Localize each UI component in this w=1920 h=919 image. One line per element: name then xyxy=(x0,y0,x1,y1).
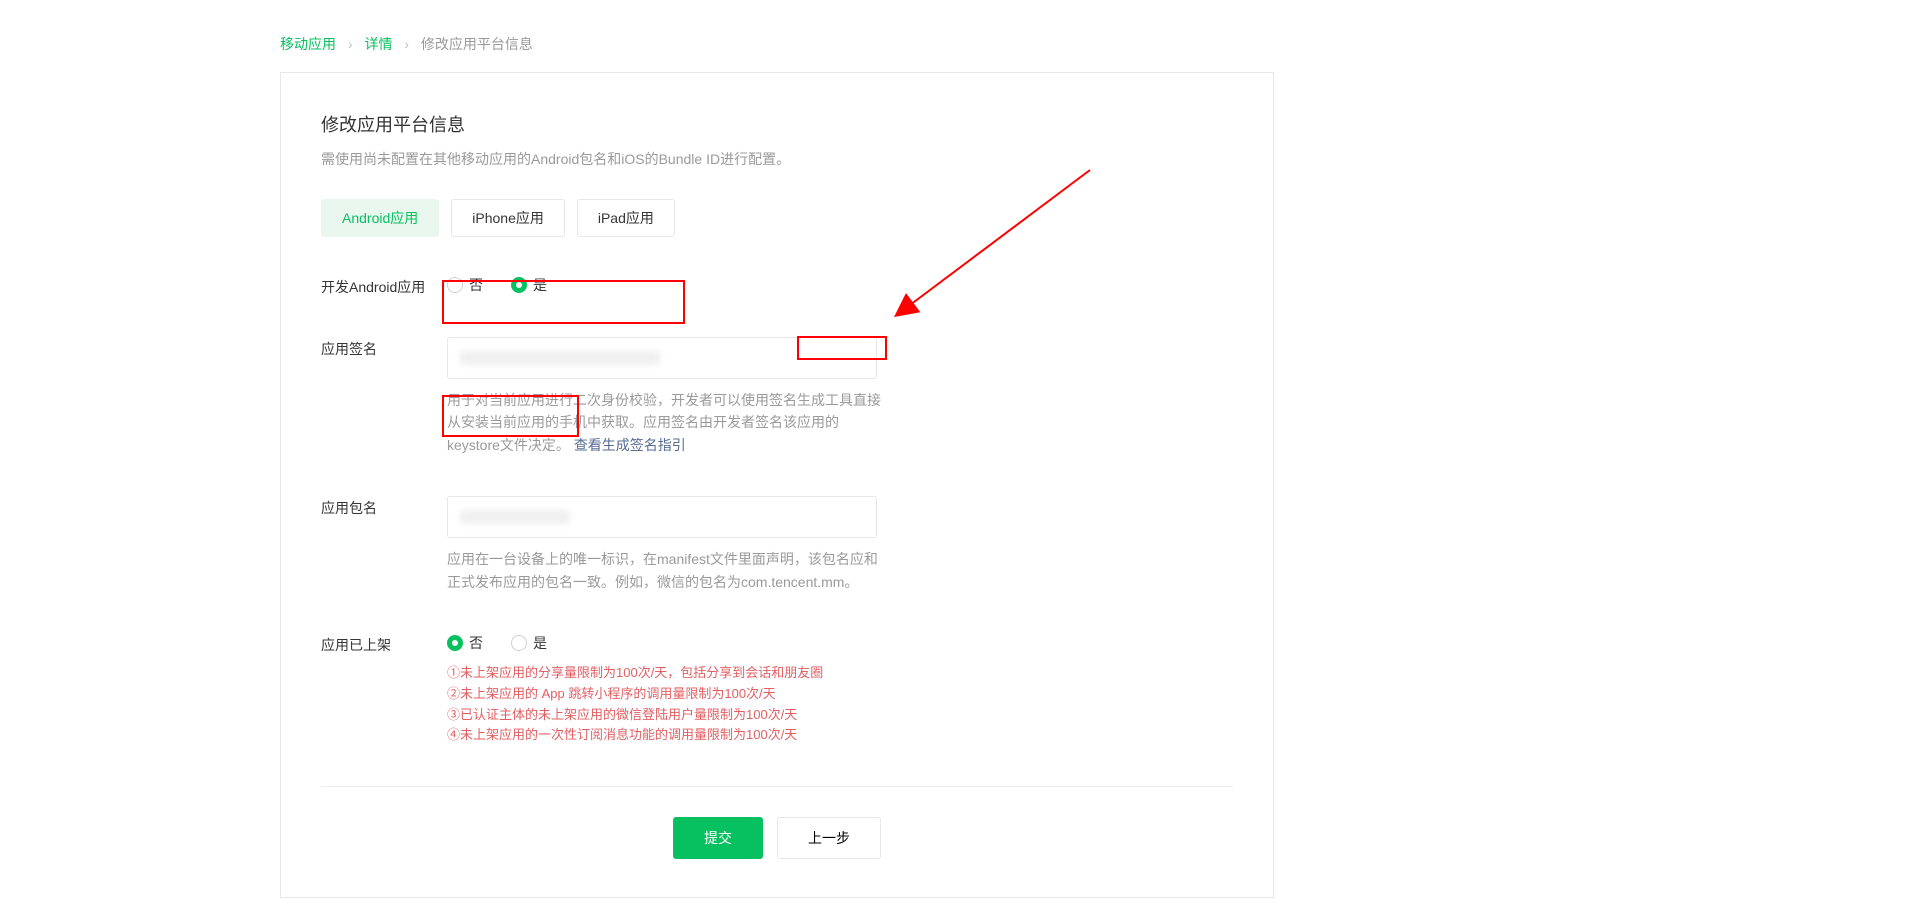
radio-listed-no[interactable]: 否 xyxy=(447,633,483,653)
warning-list: ①未上架应用的分享量限制为100次/天，包括分享到会话和朋友圈 ②未上架应用的 … xyxy=(447,663,887,746)
chevron-right-icon: › xyxy=(404,36,409,52)
breadcrumb-current: 修改应用平台信息 xyxy=(421,36,533,52)
hint-app-package: 应用在一台设备上的唯一标识，在manifest文件里面声明，该包名应和正式发布应… xyxy=(447,548,887,593)
input-app-signature[interactable] xyxy=(447,337,877,379)
hint-app-signature: 用于对当前应用进行二次身份校验，开发者可以使用签名生成工具直接从安装当前应用的手… xyxy=(447,389,887,456)
platform-tabs: Android应用 iPhone应用 iPad应用 xyxy=(321,199,1233,237)
breadcrumb-link-detail[interactable]: 详情 xyxy=(364,36,392,52)
radio-group-listed: 否 是 xyxy=(447,633,887,653)
main-panel: 修改应用平台信息 需使用尚未配置在其他移动应用的Android包名和iOS的Bu… xyxy=(280,72,1274,898)
warning-item: ④未上架应用的一次性订阅消息功能的调用量限制为100次/天 xyxy=(447,725,887,746)
radio-group-dev-android: 否 是 xyxy=(447,275,887,295)
radio-icon xyxy=(511,277,527,293)
input-app-package[interactable] xyxy=(447,496,877,538)
redacted-value xyxy=(460,510,570,524)
prev-step-button[interactable]: 上一步 xyxy=(777,817,881,859)
radio-dev-android-no[interactable]: 否 xyxy=(447,275,483,295)
page-root: 移动应用 › 详情 › 修改应用平台信息 修改应用平台信息 需使用尚未配置在其他… xyxy=(0,0,1920,898)
radio-label: 否 xyxy=(469,275,483,295)
radio-icon xyxy=(511,635,527,651)
form: 开发Android应用 否 是 应用签名 xyxy=(321,275,1233,859)
label-dev-android: 开发Android应用 xyxy=(321,275,447,297)
divider xyxy=(321,786,1233,787)
chevron-right-icon: › xyxy=(348,36,353,52)
label-app-signature: 应用签名 xyxy=(321,337,447,359)
label-app-package: 应用包名 xyxy=(321,496,447,518)
radio-icon xyxy=(447,277,463,293)
warning-item: ①未上架应用的分享量限制为100次/天，包括分享到会话和朋友圈 xyxy=(447,663,887,684)
tab-ipad[interactable]: iPad应用 xyxy=(577,199,675,237)
radio-listed-yes[interactable]: 是 xyxy=(511,633,547,653)
submit-button[interactable]: 提交 xyxy=(673,817,763,859)
radio-icon xyxy=(447,635,463,651)
breadcrumb-link-mobile-apps[interactable]: 移动应用 xyxy=(280,36,336,52)
tab-android[interactable]: Android应用 xyxy=(321,199,439,237)
breadcrumb: 移动应用 › 详情 › 修改应用平台信息 xyxy=(0,0,1920,72)
warning-item: ②未上架应用的 App 跳转小程序的调用量限制为100次/天 xyxy=(447,684,887,705)
panel-subtitle: 需使用尚未配置在其他移动应用的Android包名和iOS的Bundle ID进行… xyxy=(321,149,1233,169)
tab-iphone[interactable]: iPhone应用 xyxy=(451,199,565,237)
radio-label: 否 xyxy=(469,633,483,653)
radio-label: 是 xyxy=(533,275,547,295)
warning-item: ③已认证主体的未上架应用的微信登陆用户量限制为100次/天 xyxy=(447,705,887,726)
radio-dev-android-yes[interactable]: 是 xyxy=(511,275,547,295)
footer-buttons: 提交 上一步 xyxy=(321,813,1233,859)
radio-label: 是 xyxy=(533,633,547,653)
panel-title: 修改应用平台信息 xyxy=(321,111,1233,137)
redacted-value xyxy=(460,351,660,365)
link-view-signature-guide[interactable]: 查看生成签名指引 xyxy=(574,437,686,453)
label-app-listed: 应用已上架 xyxy=(321,633,447,655)
